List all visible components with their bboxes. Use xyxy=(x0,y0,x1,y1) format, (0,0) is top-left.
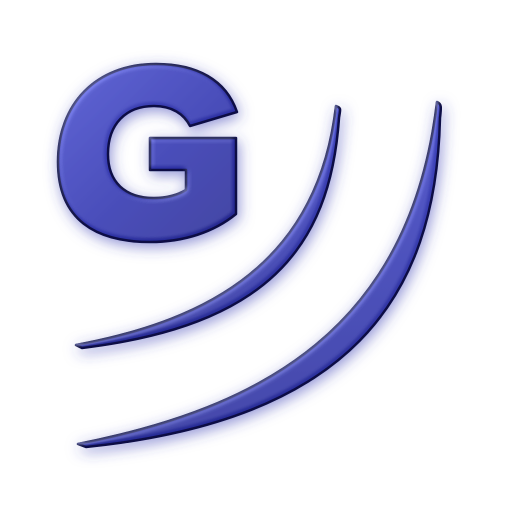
letter-g-icon xyxy=(56,62,239,244)
logo-canvas xyxy=(0,0,512,512)
g-waves-logo-icon xyxy=(56,62,443,449)
